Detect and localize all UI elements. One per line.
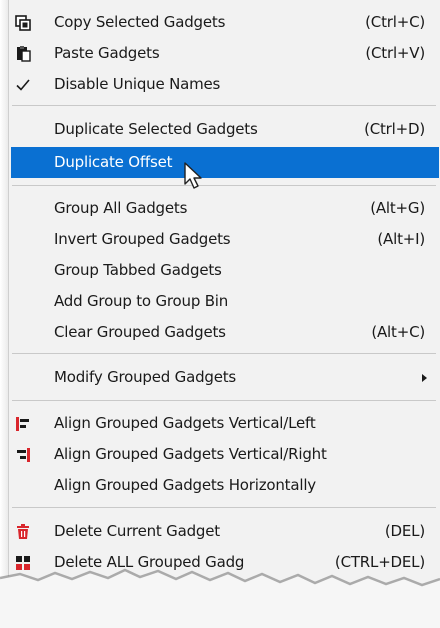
menu-item-label: Align Grouped Gadgets Horizontally bbox=[54, 476, 316, 494]
menu-item-group-tabbed-gadgets[interactable]: Group Tabbed Gadgets bbox=[11, 255, 439, 286]
copy-icon bbox=[13, 13, 33, 33]
menu-item-align-vertical-right[interactable]: Align Grouped Gadgets Vertical/Right bbox=[11, 439, 439, 470]
menu-item-group-all-gadgets[interactable]: Group All Gadgets (Alt+G) bbox=[11, 193, 439, 224]
menu-item-label: Align Grouped Gadgets Vertical/Left bbox=[54, 414, 316, 432]
menu-item-copy-selected-gadgets[interactable]: Copy Selected Gadgets (Ctrl+C) bbox=[11, 7, 439, 38]
menu-item-label: Group Tabbed Gadgets bbox=[54, 261, 222, 279]
menu-item-label: Delete Current Gadget bbox=[54, 522, 220, 540]
menu-item-shortcut: (DEL) bbox=[384, 522, 425, 540]
menu-item-clear-grouped-gadgets[interactable]: Clear Grouped Gadgets (Alt+C) bbox=[11, 317, 439, 348]
menu-separator bbox=[12, 353, 436, 354]
align-left-icon bbox=[13, 414, 33, 434]
menu-item-shortcut: (Ctrl+D) bbox=[364, 120, 425, 138]
trash-icon bbox=[13, 522, 33, 542]
submenu-arrow-icon bbox=[422, 374, 427, 382]
checkmark-icon bbox=[13, 75, 33, 95]
menu-item-invert-grouped-gadgets[interactable]: Invert Grouped Gadgets (Alt+I) bbox=[11, 224, 439, 255]
menu-separator bbox=[12, 507, 436, 508]
menu-separator bbox=[12, 185, 436, 186]
menu-item-shortcut: (Alt+I) bbox=[377, 230, 425, 248]
menu-item-duplicate-offset[interactable]: Duplicate Offset bbox=[11, 147, 439, 178]
menu-item-label: Add Group to Group Bin bbox=[54, 292, 229, 310]
menu-item-label: Duplicate Selected Gadgets bbox=[54, 120, 258, 138]
menu-item-align-vertical-left[interactable]: Align Grouped Gadgets Vertical/Left bbox=[11, 408, 439, 439]
mouse-cursor-icon bbox=[183, 162, 209, 196]
menu-item-duplicate-selected-gadgets[interactable]: Duplicate Selected Gadgets (Ctrl+D) bbox=[11, 114, 439, 145]
menu-separator bbox=[12, 400, 436, 401]
menu-item-label: Copy Selected Gadgets bbox=[54, 13, 226, 31]
menu-item-label: Duplicate Offset bbox=[54, 153, 173, 171]
menu-item-add-group-to-group-bin[interactable]: Add Group to Group Bin bbox=[11, 286, 439, 317]
align-right-icon bbox=[13, 445, 33, 465]
context-menu: Copy Selected Gadgets (Ctrl+C) Paste Gad… bbox=[8, 0, 440, 628]
menu-item-label: Modify Grouped Gadgets bbox=[54, 368, 237, 386]
menu-item-label: Paste Gadgets bbox=[54, 44, 160, 62]
menu-item-label: Group All Gadgets bbox=[54, 199, 188, 217]
torn-edge bbox=[0, 568, 440, 628]
menu-item-align-horizontally[interactable]: Align Grouped Gadgets Horizontally bbox=[11, 470, 439, 501]
menu-shadow bbox=[0, 0, 8, 628]
menu-item-modify-grouped-gadgets[interactable]: Modify Grouped Gadgets bbox=[11, 362, 439, 393]
menu-item-shortcut: (Alt+G) bbox=[370, 199, 425, 217]
menu-item-disable-unique-names[interactable]: Disable Unique Names bbox=[11, 69, 439, 100]
menu-item-label: Disable Unique Names bbox=[54, 75, 221, 93]
menu-item-shortcut: (Ctrl+V) bbox=[365, 44, 425, 62]
menu-item-shortcut: (Ctrl+C) bbox=[365, 13, 425, 31]
menu-separator bbox=[12, 105, 436, 106]
menu-item-label: Clear Grouped Gadgets bbox=[54, 323, 226, 341]
menu-item-paste-gadgets[interactable]: Paste Gadgets (Ctrl+V) bbox=[11, 38, 439, 69]
menu-item-label: Invert Grouped Gadgets bbox=[54, 230, 231, 248]
menu-item-delete-current-gadget[interactable]: Delete Current Gadget (DEL) bbox=[11, 516, 439, 547]
paste-icon bbox=[13, 44, 33, 64]
menu-item-shortcut: (Alt+C) bbox=[371, 323, 425, 341]
menu-item-label: Align Grouped Gadgets Vertical/Right bbox=[54, 445, 327, 463]
